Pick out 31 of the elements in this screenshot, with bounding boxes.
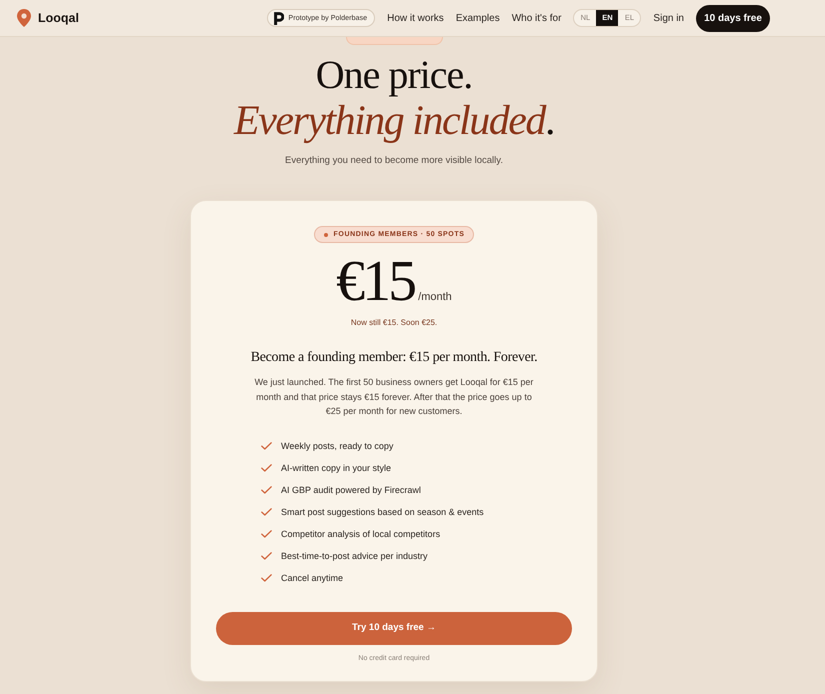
check-icon xyxy=(261,486,272,494)
feature-text: AI-written copy in your style xyxy=(281,462,392,475)
check-icon xyxy=(261,464,272,472)
feature-text: Cancel anytime xyxy=(281,572,344,585)
feature-text: AI GBP audit powered by Firecrawl xyxy=(281,484,421,497)
feature-text: Competitor analysis of local competitors xyxy=(281,528,440,541)
nav-link[interactable]: Examples xyxy=(456,10,500,26)
hero-subtitle: Everything you need to become more visible locally. xyxy=(285,154,503,168)
check-icon xyxy=(261,508,272,516)
map-pin-icon xyxy=(17,9,31,27)
nav-link[interactable]: How it works xyxy=(387,10,444,26)
feature-text: Weekly posts, ready to copy xyxy=(281,440,394,453)
feature-text: Best-time-to-post advice per industry xyxy=(281,550,428,563)
nav-link[interactable]: Who it's for xyxy=(512,10,562,26)
sign-in-link[interactable]: Sign in xyxy=(653,10,684,26)
check-icon xyxy=(261,442,272,450)
price-note: Now still €15. Soon €25. xyxy=(350,317,438,330)
price-amount: €15 xyxy=(336,255,414,308)
logo-icon xyxy=(274,12,284,24)
feature-text: Smart post suggestions based on season & events xyxy=(281,506,484,519)
card-description: We just launched. The first 50 business owners get Looqal for €15 per month and that price stays €15 forever. After that the price goes up to €25 per month for new customers. xyxy=(254,376,534,418)
try-free-button[interactable]: Try 10 days free → xyxy=(216,612,572,645)
check-icon xyxy=(261,530,272,538)
check-icon xyxy=(261,552,272,560)
free-trial-button[interactable]: 10 days free xyxy=(696,4,770,32)
check-icon xyxy=(261,574,272,582)
hero-title-emphasis: Everything included. xyxy=(234,97,554,145)
card-heading: Become a founding member: €15 per month. Forever. xyxy=(250,349,538,368)
brand-name[interactable]: Looqal xyxy=(38,8,79,28)
price-period: /month xyxy=(418,290,452,305)
hero-title: One price. xyxy=(316,53,472,97)
